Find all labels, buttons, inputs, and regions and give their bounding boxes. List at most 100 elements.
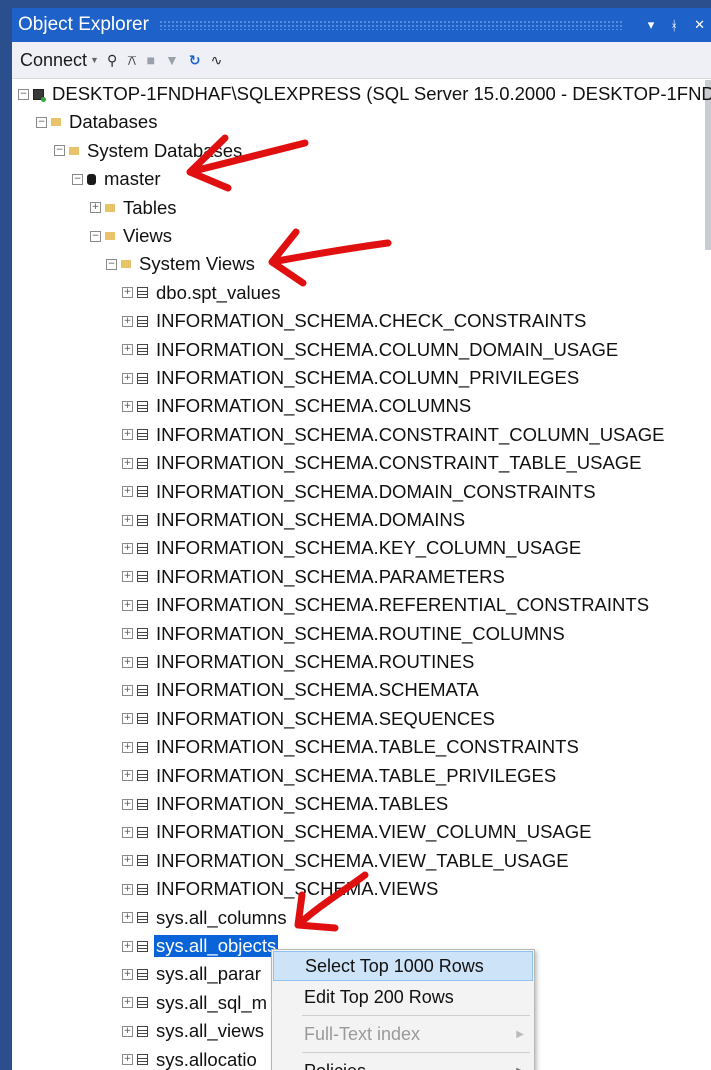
tree-node-label[interactable]: INFORMATION_SCHEMA.CONSTRAINT_COLUMN_USA…	[154, 424, 666, 446]
expand-icon[interactable]: +	[122, 542, 133, 554]
view-node[interactable]: + INFORMATION_SCHEMA.ROUTINE_COLUMNS	[122, 620, 567, 648]
view-node[interactable]: + sys.all_columns	[122, 904, 289, 932]
close-icon[interactable]: ✕	[694, 17, 705, 33]
tree-node-label[interactable]: Tables	[121, 197, 178, 219]
view-node[interactable]: + INFORMATION_SCHEMA.TABLE_CONSTRAINTS	[122, 733, 581, 761]
tree-node-label[interactable]: System Databases	[85, 140, 244, 162]
expand-icon[interactable]: +	[122, 684, 133, 696]
tree-node-label[interactable]: INFORMATION_SCHEMA.COLUMNS	[154, 395, 473, 417]
view-node[interactable]: + INFORMATION_SCHEMA.COLUMN_DOMAIN_USAGE	[122, 336, 620, 364]
tree-node-label[interactable]: INFORMATION_SCHEMA.CHECK_CONSTRAINTS	[154, 310, 588, 332]
master-database-node[interactable]: − master	[72, 165, 163, 193]
collapse-icon[interactable]: −	[106, 258, 117, 270]
disconnect-icon[interactable]: ⚻	[127, 52, 136, 69]
menu-item[interactable]: Edit Top 200 Rows	[272, 982, 534, 1012]
menu-item[interactable]: Select Top 1000 Rows	[273, 951, 533, 981]
tree-node-label[interactable]: sys.all_objects	[154, 935, 279, 957]
view-node[interactable]: + INFORMATION_SCHEMA.PARAMETERS	[122, 563, 507, 591]
view-node[interactable]: + INFORMATION_SCHEMA.SEQUENCES	[122, 705, 497, 733]
activity-monitor-icon[interactable]: ∿	[211, 52, 223, 69]
expand-icon[interactable]: +	[122, 770, 133, 782]
tree-node-label[interactable]: INFORMATION_SCHEMA.VIEW_COLUMN_USAGE	[154, 821, 594, 843]
window-position-dropdown-icon[interactable]: ▾	[648, 17, 655, 33]
tree-node-label[interactable]: INFORMATION_SCHEMA.TABLE_CONSTRAINTS	[154, 736, 581, 758]
view-node[interactable]: + INFORMATION_SCHEMA.DOMAINS	[122, 506, 467, 534]
view-node[interactable]: + INFORMATION_SCHEMA.REFERENTIAL_CONSTRAI…	[122, 591, 651, 619]
tree-node-label[interactable]: INFORMATION_SCHEMA.ROUTINES	[154, 651, 476, 673]
expand-icon[interactable]: +	[122, 826, 133, 838]
tree-node-label[interactable]: INFORMATION_SCHEMA.SCHEMATA	[154, 679, 481, 701]
databases-node[interactable]: − Databases	[36, 108, 159, 136]
chevron-down-icon[interactable]: ▼	[90, 55, 99, 65]
expand-icon[interactable]: +	[122, 997, 133, 1009]
expand-icon[interactable]: +	[122, 287, 133, 299]
view-node[interactable]: + dbo.spt_values	[122, 279, 282, 307]
expand-icon[interactable]: +	[122, 656, 133, 668]
tree-node-label[interactable]: Views	[121, 225, 174, 247]
system-databases-node[interactable]: − System Databases	[54, 137, 244, 165]
view-node[interactable]: + sys.allocatio	[122, 1046, 259, 1070]
view-node[interactable]: + sys.all_sql_m	[122, 989, 269, 1017]
collapse-icon[interactable]: −	[72, 173, 83, 185]
view-node[interactable]: + INFORMATION_SCHEMA.TABLES	[122, 790, 450, 818]
tree-node-label[interactable]: sys.all_sql_m	[154, 992, 269, 1014]
tree-node-label[interactable]: INFORMATION_SCHEMA.COLUMN_DOMAIN_USAGE	[154, 339, 620, 361]
expand-icon[interactable]: +	[122, 968, 133, 980]
filter-icon[interactable]: ▼	[165, 52, 179, 68]
title-bar-grip[interactable]	[158, 20, 622, 30]
expand-icon[interactable]: +	[122, 912, 133, 924]
tree-node-label[interactable]: DESKTOP-1FNDHAF\SQLEXPRESS (SQL Server 1…	[50, 83, 711, 105]
view-node[interactable]: + INFORMATION_SCHEMA.KEY_COLUMN_USAGE	[122, 534, 583, 562]
tree-node-label[interactable]: INFORMATION_SCHEMA.VIEW_TABLE_USAGE	[154, 850, 571, 872]
tree-node-label[interactable]: sys.allocatio	[154, 1049, 259, 1070]
pin-icon[interactable]: ᚼ	[670, 18, 678, 33]
expand-icon[interactable]: +	[122, 429, 133, 441]
view-node[interactable]: + INFORMATION_SCHEMA.CONSTRAINT_TABLE_USA…	[122, 449, 644, 477]
tree-node-label[interactable]: dbo.spt_values	[154, 282, 282, 304]
menu-item[interactable]: Policies ▶	[272, 1056, 534, 1070]
collapse-icon[interactable]: −	[36, 116, 47, 128]
tree-node-label[interactable]: Databases	[67, 111, 159, 133]
tree-node-label[interactable]: INFORMATION_SCHEMA.SEQUENCES	[154, 708, 497, 730]
view-node[interactable]: + INFORMATION_SCHEMA.VIEWS	[122, 875, 440, 903]
expand-icon[interactable]: +	[122, 798, 133, 810]
view-node[interactable]: + INFORMATION_SCHEMA.CHECK_CONSTRAINTS	[122, 307, 588, 335]
expand-icon[interactable]: +	[122, 741, 133, 753]
view-node[interactable]: + INFORMATION_SCHEMA.SCHEMATA	[122, 676, 481, 704]
view-node[interactable]: + sys.all_parar	[122, 960, 263, 988]
expand-icon[interactable]: +	[122, 599, 133, 611]
views-node[interactable]: − Views	[90, 222, 174, 250]
expand-icon[interactable]: +	[122, 344, 133, 356]
expand-icon[interactable]: +	[122, 514, 133, 526]
refresh-icon[interactable]: ↻	[189, 52, 201, 69]
tree-node-label[interactable]: sys.all_parar	[154, 963, 263, 985]
tree-node-label[interactable]: INFORMATION_SCHEMA.DOMAINS	[154, 509, 467, 531]
server-node[interactable]: − DESKTOP-1FNDHAF\SQLEXPRESS (SQL Server …	[18, 80, 711, 108]
collapse-icon[interactable]: −	[18, 88, 29, 100]
tree-node-label[interactable]: System Views	[137, 253, 257, 275]
tree-node-label[interactable]: INFORMATION_SCHEMA.PARAMETERS	[154, 566, 507, 588]
tree-node-label[interactable]: INFORMATION_SCHEMA.TABLE_PRIVILEGES	[154, 765, 558, 787]
expand-icon[interactable]: +	[122, 1054, 133, 1066]
expand-icon[interactable]: +	[122, 315, 133, 327]
expand-icon[interactable]: +	[122, 457, 133, 469]
expand-icon[interactable]: +	[122, 486, 133, 498]
view-node[interactable]: + INFORMATION_SCHEMA.VIEW_TABLE_USAGE	[122, 847, 571, 875]
view-node[interactable]: + INFORMATION_SCHEMA.CONSTRAINT_COLUMN_US…	[122, 421, 666, 449]
expand-icon[interactable]: +	[122, 571, 133, 583]
tree-node-label[interactable]: INFORMATION_SCHEMA.DOMAIN_CONSTRAINTS	[154, 481, 598, 503]
tree-node-label[interactable]: sys.all_columns	[154, 907, 289, 929]
tree-node-label[interactable]: sys.all_views	[154, 1020, 266, 1042]
tree-node-label[interactable]: INFORMATION_SCHEMA.KEY_COLUMN_USAGE	[154, 537, 583, 559]
system-views-node[interactable]: − System Views	[106, 250, 257, 278]
tree-node-label[interactable]: INFORMATION_SCHEMA.TABLES	[154, 793, 450, 815]
tree-node-label[interactable]: master	[102, 168, 163, 190]
expand-icon[interactable]: +	[90, 202, 101, 214]
collapse-icon[interactable]: −	[54, 145, 65, 157]
expand-icon[interactable]: +	[122, 940, 133, 952]
connect-button[interactable]: Connect	[20, 50, 87, 71]
expand-icon[interactable]: +	[122, 883, 133, 895]
expand-icon[interactable]: +	[122, 713, 133, 725]
expand-icon[interactable]: +	[122, 855, 133, 867]
view-node[interactable]: + INFORMATION_SCHEMA.DOMAIN_CONSTRAINTS	[122, 478, 598, 506]
